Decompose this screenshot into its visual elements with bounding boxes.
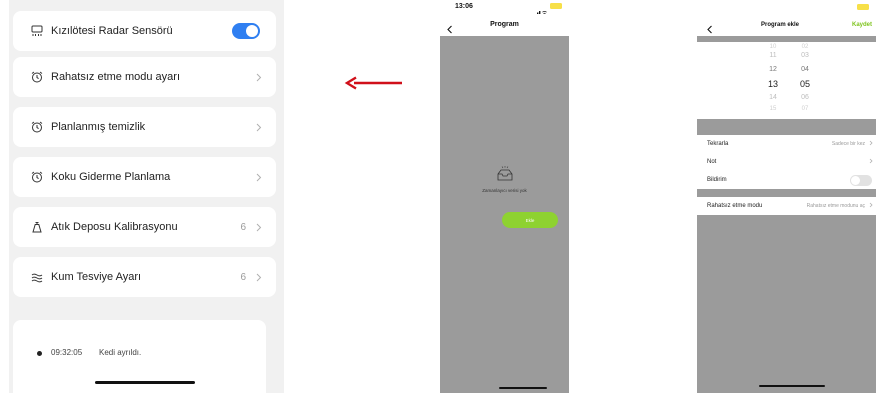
chevron-right-icon (869, 140, 873, 148)
dnd-mode-row[interactable]: Rahatsız etme modu ayarı (13, 57, 276, 97)
deodorize-schedule-row[interactable]: Koku Giderme Planlama (13, 157, 276, 197)
back-chevron-icon[interactable] (707, 21, 713, 39)
repeat-label: Tekrarla (707, 141, 729, 147)
log-time: 09:32:05 (51, 348, 83, 357)
repeat-row[interactable]: Tekrarla Sadece bir kez (697, 135, 876, 153)
chevron-right-icon (250, 273, 268, 282)
scheduled-cleaning-label: Planlanmış temizlik (51, 121, 146, 133)
empty-state-text: Zamanlayıcı verisi yok (482, 188, 527, 193)
note-label: Not (707, 159, 717, 165)
picker-hour[interactable]: 12 (761, 66, 785, 73)
bin-calibration-icon (23, 220, 51, 234)
dnd-label: Rahatsız etme modu (707, 203, 763, 209)
chevron-right-icon (250, 123, 268, 132)
note-row[interactable]: Not (697, 153, 876, 171)
sand-leveling-value: 6 (240, 271, 246, 283)
radar-icon (23, 24, 51, 38)
picker-minute[interactable]: 02 (793, 44, 817, 50)
schedule-list-screen: 13:06 Program Zamanlayıcı verisi yok Ekl… (440, 0, 569, 393)
chevron-right-icon (250, 73, 268, 82)
scheduled-cleaning-row[interactable]: Planlanmış temizlik (13, 107, 276, 147)
battery-icon (857, 4, 869, 10)
deodorize-schedule-label: Koku Giderme Planlama (51, 171, 171, 183)
settings-panel: Kızılötesi Radar Sensörü Rahatsız etme m… (9, 0, 284, 393)
notification-row: Bildirim (697, 171, 876, 189)
picker-hour[interactable]: 14 (761, 94, 785, 101)
nav-bar: Program (440, 14, 569, 36)
waste-bin-calibration-row[interactable]: Atık Deposu Kalibrasyonu 6 (13, 207, 276, 247)
radar-sensor-row[interactable]: Kızılötesi Radar Sensörü (13, 11, 276, 51)
dnd-row[interactable]: Rahatsız etme modu Rahatsız etme modunu … (697, 197, 876, 215)
waste-bin-calibration-label: Atık Deposu Kalibrasyonu (51, 221, 178, 233)
page-title: Program (490, 21, 519, 28)
chevron-right-icon (250, 223, 268, 232)
left-arrow-icon (344, 76, 404, 90)
battery-icon (550, 3, 562, 9)
picker-hour[interactable]: 15 (761, 106, 785, 112)
notification-label: Bildirim (707, 177, 727, 183)
alarm-clock-icon (23, 70, 51, 84)
add-button[interactable]: Ekle (502, 212, 558, 228)
dnd-mode-label: Rahatsız etme modu ayarı (51, 71, 181, 83)
log-text: Kedi ayrıldı. (99, 348, 142, 357)
add-schedule-screen: Program ekle Kaydet 10 11 12 13 14 15 02… (697, 0, 876, 393)
sand-leveling-label: Kum Tesviye Ayarı (51, 271, 142, 283)
alarm-clock-icon (23, 170, 51, 184)
time-picker[interactable]: 10 11 12 13 14 15 02 03 04 05 06 07 (697, 42, 876, 119)
waves-icon (23, 270, 51, 284)
waste-bin-calibration-value: 6 (240, 221, 246, 233)
status-time: 13:06 (455, 3, 473, 10)
save-button[interactable]: Kaydet (852, 22, 872, 28)
dnd-value: Rahatsız etme modunu aç (806, 203, 865, 209)
chevron-right-icon (869, 202, 873, 210)
page-title: Program ekle (761, 22, 800, 28)
picker-minute[interactable]: 03 (793, 52, 817, 59)
nav-bar: Program ekle Kaydet (697, 14, 876, 36)
picker-hour-selected[interactable]: 13 (761, 79, 785, 89)
notification-toggle[interactable] (850, 174, 872, 186)
picker-hour[interactable]: 11 (761, 52, 785, 59)
picker-minute-selected[interactable]: 05 (793, 79, 817, 89)
picker-minute[interactable]: 06 (793, 94, 817, 101)
picker-minute[interactable]: 04 (793, 66, 817, 73)
radar-sensor-toggle[interactable] (232, 23, 260, 39)
status-bar (697, 0, 876, 14)
home-indicator[interactable] (759, 385, 825, 387)
empty-inbox-icon (496, 166, 514, 187)
log-bullet (37, 351, 42, 356)
home-indicator[interactable] (499, 387, 547, 389)
status-bar: 13:06 (440, 0, 569, 16)
chevron-right-icon (869, 158, 873, 166)
picker-hour[interactable]: 10 (761, 44, 785, 50)
repeat-value: Sadece bir kez (831, 141, 865, 147)
home-indicator[interactable] (95, 381, 195, 384)
picker-minute[interactable]: 07 (793, 106, 817, 112)
chevron-right-icon (250, 173, 268, 182)
alarm-clock-icon (23, 120, 51, 134)
sand-leveling-row[interactable]: Kum Tesviye Ayarı 6 (13, 257, 276, 297)
radar-sensor-label: Kızılötesi Radar Sensörü (51, 25, 173, 37)
